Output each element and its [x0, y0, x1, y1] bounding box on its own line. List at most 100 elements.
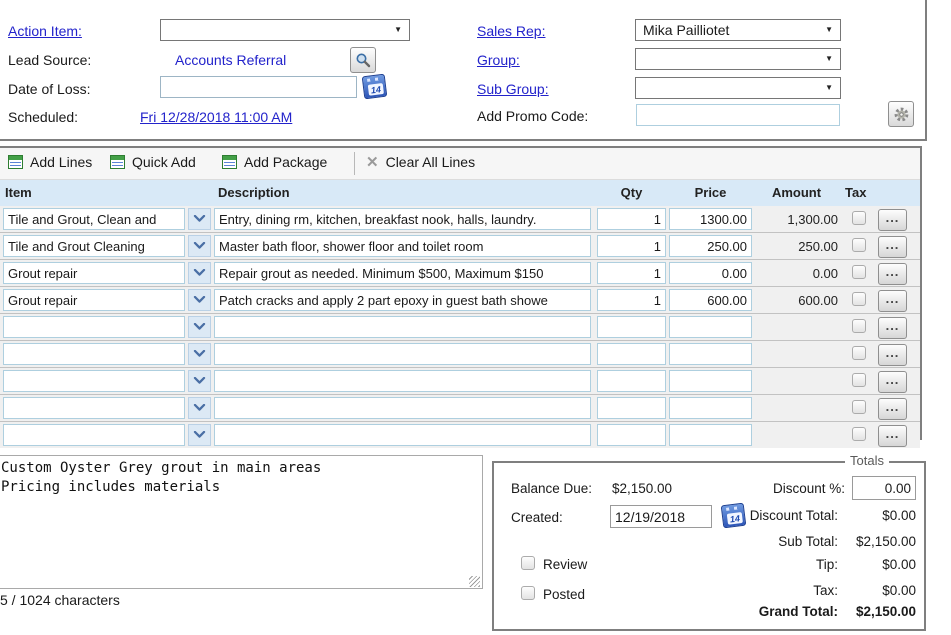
calendar-icon[interactable]: 14 — [362, 74, 388, 100]
price-input[interactable] — [669, 235, 752, 257]
add-lines-button[interactable]: Add Lines — [8, 154, 92, 170]
lead-source-search-button[interactable] — [350, 47, 376, 73]
item-input[interactable] — [3, 235, 185, 257]
qty-input[interactable] — [597, 370, 666, 392]
sales-rep-select[interactable]: Mika Pailliotet ▼ — [635, 19, 841, 41]
row-options-button[interactable]: ... — [878, 398, 907, 420]
description-input[interactable] — [214, 397, 591, 419]
description-input[interactable] — [214, 235, 591, 257]
tax-checkbox[interactable] — [852, 265, 866, 279]
discount-pct-label: Discount %: — [760, 481, 845, 496]
item-dropdown-button[interactable] — [188, 262, 211, 284]
promo-settings-button[interactable] — [888, 101, 914, 127]
discount-total-value: $0.00 — [838, 508, 916, 523]
qty-input[interactable] — [597, 424, 666, 446]
lead-source-value[interactable]: Accounts Referral — [175, 52, 286, 68]
tax-checkbox[interactable] — [852, 292, 866, 306]
tax-checkbox[interactable] — [852, 427, 866, 441]
tax-checkbox[interactable] — [852, 373, 866, 387]
action-item-label[interactable]: Action Item: — [8, 23, 82, 39]
group-label[interactable]: Group: — [477, 52, 520, 68]
item-dropdown-button[interactable] — [188, 424, 211, 446]
tax-checkbox[interactable] — [852, 400, 866, 414]
textarea-resize-grip[interactable] — [469, 576, 480, 587]
item-dropdown-button[interactable] — [188, 370, 211, 392]
price-input[interactable] — [669, 397, 752, 419]
sub-group-select[interactable]: ▼ — [635, 77, 841, 99]
row-options-button[interactable]: ... — [878, 425, 907, 447]
posted-checkbox[interactable] — [521, 586, 535, 600]
qty-input[interactable] — [597, 397, 666, 419]
clear-all-lines-button[interactable]: ✕ Clear All Lines — [366, 154, 475, 170]
qty-input[interactable] — [597, 262, 666, 284]
price-input[interactable] — [669, 343, 752, 365]
description-input[interactable] — [214, 343, 591, 365]
row-options-button[interactable]: ... — [878, 317, 907, 339]
chevron-down-icon — [193, 431, 206, 439]
price-input[interactable] — [669, 262, 752, 284]
review-checkbox[interactable] — [521, 556, 535, 570]
description-input[interactable] — [214, 208, 591, 230]
row-options-button[interactable]: ... — [878, 263, 907, 285]
col-header-tax: Tax — [845, 185, 866, 200]
item-dropdown-button[interactable] — [188, 343, 211, 365]
calendar-day: 14 — [368, 83, 384, 96]
add-package-button[interactable]: Add Package — [222, 154, 327, 170]
tax-checkbox[interactable] — [852, 211, 866, 225]
sub-group-label[interactable]: Sub Group: — [477, 81, 549, 97]
row-options-button[interactable]: ... — [878, 236, 907, 258]
price-input[interactable] — [669, 289, 752, 311]
qty-input[interactable] — [597, 343, 666, 365]
scheduled-value-link[interactable]: Fri 12/28/2018 11:00 AM — [140, 109, 292, 125]
item-dropdown-button[interactable] — [188, 397, 211, 419]
date-of-loss-input[interactable] — [160, 76, 357, 98]
item-input[interactable] — [3, 262, 185, 284]
action-item-select[interactable]: ▼ — [160, 19, 410, 41]
promo-code-input[interactable] — [636, 104, 840, 126]
item-dropdown-button[interactable] — [188, 208, 211, 230]
item-input[interactable] — [3, 424, 185, 446]
item-input[interactable] — [3, 289, 185, 311]
qty-input[interactable] — [597, 316, 666, 338]
qty-input[interactable] — [597, 208, 666, 230]
row-options-button[interactable]: ... — [878, 209, 907, 231]
description-input[interactable] — [214, 262, 591, 284]
notes-textarea[interactable]: Custom Oyster Grey grout in main areas P… — [0, 455, 483, 589]
qty-input[interactable] — [597, 289, 666, 311]
description-input[interactable] — [214, 424, 591, 446]
tax-checkbox[interactable] — [852, 319, 866, 333]
date-of-loss-label: Date of Loss: — [8, 81, 91, 97]
description-input[interactable] — [214, 316, 591, 338]
description-input[interactable] — [214, 289, 591, 311]
quick-add-button[interactable]: Quick Add — [110, 154, 196, 170]
description-input[interactable] — [214, 370, 591, 392]
discount-pct-input[interactable] — [852, 476, 916, 500]
row-options-button[interactable]: ... — [878, 290, 907, 312]
sales-rep-label[interactable]: Sales Rep: — [477, 23, 545, 39]
item-dropdown-button[interactable] — [188, 235, 211, 257]
item-dropdown-button[interactable] — [188, 316, 211, 338]
chevron-down-icon — [193, 350, 206, 358]
item-input[interactable] — [3, 370, 185, 392]
price-input[interactable] — [669, 424, 752, 446]
item-input[interactable] — [3, 316, 185, 338]
qty-input[interactable] — [597, 235, 666, 257]
item-dropdown-button[interactable] — [188, 289, 211, 311]
price-input[interactable] — [669, 316, 752, 338]
created-calendar-icon[interactable]: 14 — [721, 503, 747, 529]
group-select[interactable]: ▼ — [635, 48, 841, 70]
select-arrow-icon: ▼ — [394, 26, 402, 34]
item-input[interactable] — [3, 397, 185, 419]
tax-checkbox[interactable] — [852, 238, 866, 252]
price-input[interactable] — [669, 370, 752, 392]
tax-checkbox[interactable] — [852, 346, 866, 360]
row-options-button[interactable]: ... — [878, 371, 907, 393]
row-options-button[interactable]: ... — [878, 344, 907, 366]
item-input[interactable] — [3, 343, 185, 365]
price-input[interactable] — [669, 208, 752, 230]
item-input[interactable] — [3, 208, 185, 230]
tax-row: Tax: $0.00 — [813, 583, 916, 598]
add-lines-label: Add Lines — [30, 154, 92, 170]
created-date-input[interactable] — [610, 505, 712, 528]
tax-value: $0.00 — [838, 583, 916, 598]
